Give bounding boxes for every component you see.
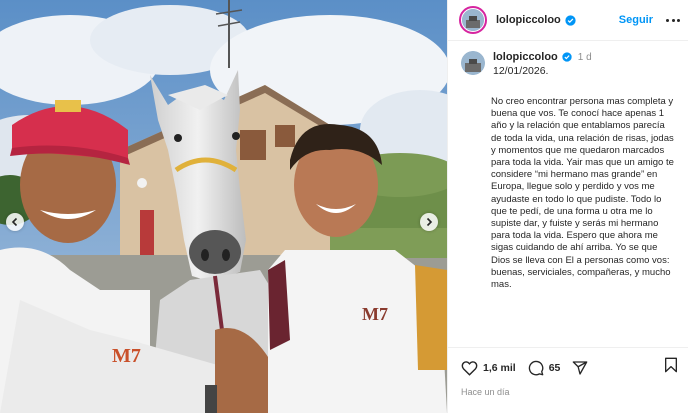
avatar-image (462, 9, 484, 31)
caption-date: 12/01/2026. (493, 65, 549, 77)
post-header: lolopiccoloo Seguir (448, 0, 688, 41)
comment-icon (528, 360, 544, 375)
carousel-next-button[interactable] (420, 213, 438, 231)
caption-text: No creo encontrar persona mas completa y… (491, 96, 674, 291)
caption-avatar-image (461, 51, 485, 75)
shirt-logo-right: M7 (362, 304, 388, 324)
post-caption: lolopiccoloo 1 d 12/01/2026. No creo enc… (448, 41, 688, 347)
heart-icon (461, 360, 478, 376)
caption-time-ago[interactable]: 1 d (578, 52, 592, 63)
author-avatar[interactable] (459, 6, 487, 34)
verified-icon (562, 52, 572, 62)
comment-button[interactable]: 65 (528, 360, 561, 376)
share-icon (573, 360, 588, 375)
carousel-prev-button[interactable] (6, 213, 24, 231)
likes-count[interactable]: 1,6 mil (483, 362, 516, 374)
post-actions: 1,6 mil 65 (448, 347, 688, 387)
chevron-left-icon (11, 217, 18, 227)
caption-avatar[interactable] (461, 51, 485, 75)
bookmark-button[interactable] (664, 357, 678, 378)
follow-button[interactable]: Seguir (619, 14, 653, 26)
like-button[interactable]: 1,6 mil (461, 360, 516, 376)
more-options-icon[interactable] (666, 18, 680, 22)
post-side-panel: lolopiccoloo Seguir lolopiccoloo 1 d 12/… (447, 0, 688, 413)
share-button[interactable] (572, 360, 588, 376)
shirt-logo-left: M7 (112, 345, 141, 367)
instagram-post: M7 M7 lolopiccoloo Seguir lolopiccoloo 1… (0, 0, 688, 413)
post-timestamp[interactable]: Hace un día (448, 387, 688, 413)
caption-username[interactable]: lolopiccoloo (493, 51, 558, 63)
bookmark-icon (665, 357, 677, 373)
photo-scene: M7 M7 (0, 0, 447, 413)
comments-count[interactable]: 65 (549, 362, 561, 374)
author-username[interactable]: lolopiccoloo (496, 14, 561, 26)
chevron-right-icon (426, 217, 433, 227)
verified-icon (565, 14, 576, 26)
post-photo[interactable]: M7 M7 (0, 0, 447, 413)
